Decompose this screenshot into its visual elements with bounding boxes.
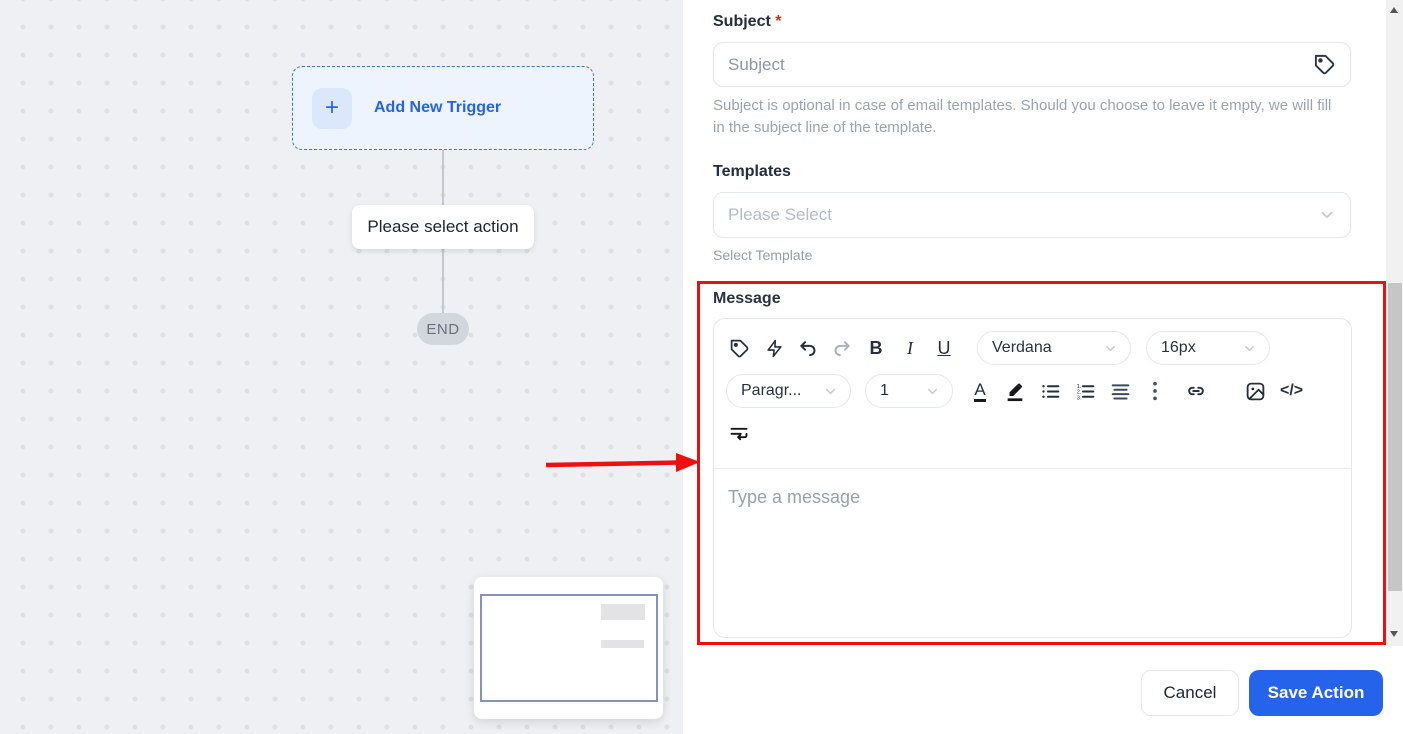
toolbar-row-3 — [724, 416, 1341, 450]
cancel-button[interactable]: Cancel — [1141, 670, 1239, 716]
templates-helper-text: Select Template — [713, 247, 813, 263]
chevron-down-icon — [1105, 345, 1116, 351]
required-asterisk: * — [775, 13, 782, 30]
paragraph-format-value: Paragr... — [741, 382, 802, 399]
merge-tag-icon[interactable] — [724, 331, 755, 365]
bullet-list-icon[interactable] — [1035, 374, 1066, 408]
editor-toolbar: B I U Verdana 16px Paragr... 1 A 1. 2. 3… — [714, 319, 1351, 469]
action-hint-node[interactable]: Please select action — [352, 205, 534, 249]
flow-canvas[interactable]: + Add New Trigger Please select action E… — [0, 0, 683, 734]
end-node-label: END — [426, 320, 460, 338]
message-placeholder: Type a message — [728, 487, 861, 507]
underline-button[interactable]: U — [929, 331, 959, 365]
insert-image-icon[interactable] — [1240, 374, 1271, 408]
trigger-node-label: Add New Trigger — [374, 99, 502, 116]
chevron-down-icon — [1318, 206, 1336, 224]
undo-icon[interactable] — [793, 331, 823, 365]
redo-icon[interactable] — [827, 331, 857, 365]
subject-label: Subject * — [713, 13, 781, 31]
chevron-down-icon — [927, 388, 938, 394]
message-editor: B I U Verdana 16px Paragr... 1 A 1. 2. 3… — [713, 318, 1352, 638]
automation-builder: + Add New Trigger Please select action E… — [0, 0, 1403, 734]
templates-select[interactable]: Please Select — [713, 192, 1351, 238]
templates-label: Templates — [713, 163, 791, 180]
font-size-value: 16px — [1161, 339, 1196, 356]
end-node: END — [417, 313, 469, 345]
insert-link-icon[interactable] — [1180, 374, 1212, 408]
subject-label-text: Subject — [713, 13, 771, 30]
word-wrap-icon[interactable] — [724, 416, 754, 450]
ordered-list-icon[interactable]: 1. 2. 3. — [1070, 374, 1101, 408]
scroll-down-arrow-icon[interactable] — [1390, 631, 1398, 637]
add-new-trigger-node[interactable]: + Add New Trigger — [292, 66, 594, 150]
italic-button[interactable]: I — [895, 331, 925, 365]
save-action-button[interactable]: Save Action — [1249, 670, 1383, 716]
svg-text:3.: 3. — [1077, 395, 1082, 401]
plus-icon: + — [312, 87, 352, 129]
font-color-a-glyph: A — [974, 381, 986, 402]
chevron-down-icon — [825, 388, 836, 394]
scrollbar-thumb[interactable] — [1387, 283, 1402, 591]
message-input-area[interactable]: Type a message — [714, 469, 1351, 638]
scroll-up-arrow-icon[interactable] — [1390, 7, 1398, 13]
templates-select-value: Please Select — [728, 205, 832, 224]
font-color-button[interactable]: A — [965, 374, 995, 408]
subject-helper-text: Subject is optional in case of email tem… — [713, 97, 1332, 136]
panel-scrollbar[interactable] — [1386, 0, 1403, 646]
minimap-node-preview — [601, 604, 645, 620]
font-size-select[interactable]: 16px — [1146, 331, 1270, 365]
action-settings-panel: Subject * Subject Subject is optional in… — [683, 0, 1403, 734]
shortcut-lightning-icon[interactable] — [759, 331, 789, 365]
subject-input-placeholder: Subject — [728, 54, 785, 74]
toolbar-row-2: Paragr... 1 A 1. 2. 3. </> — [724, 374, 1341, 408]
paragraph-format-select[interactable]: Paragr... — [726, 374, 851, 408]
align-text-icon[interactable] — [1105, 374, 1136, 408]
message-label: Message — [713, 290, 781, 307]
line-height-select[interactable]: 1 — [865, 374, 953, 408]
font-family-value: Verdana — [992, 339, 1052, 356]
bold-button[interactable]: B — [861, 331, 891, 365]
toolbar-row-1: B I U Verdana 16px — [724, 331, 1341, 365]
merge-tag-icon[interactable] — [1313, 53, 1336, 76]
minimap-viewport[interactable] — [480, 594, 658, 702]
action-hint-label: Please select action — [367, 217, 519, 236]
minimap-node-preview — [601, 640, 644, 648]
highlight-color-icon[interactable] — [999, 374, 1031, 408]
font-family-select[interactable]: Verdana — [977, 331, 1131, 365]
minimap[interactable] — [474, 577, 663, 719]
line-height-value: 1 — [880, 382, 889, 399]
more-options-icon[interactable] — [1140, 374, 1170, 408]
code-view-button[interactable]: </> — [1275, 374, 1308, 408]
chevron-down-icon — [1244, 345, 1255, 351]
subject-input[interactable]: Subject — [713, 42, 1351, 87]
